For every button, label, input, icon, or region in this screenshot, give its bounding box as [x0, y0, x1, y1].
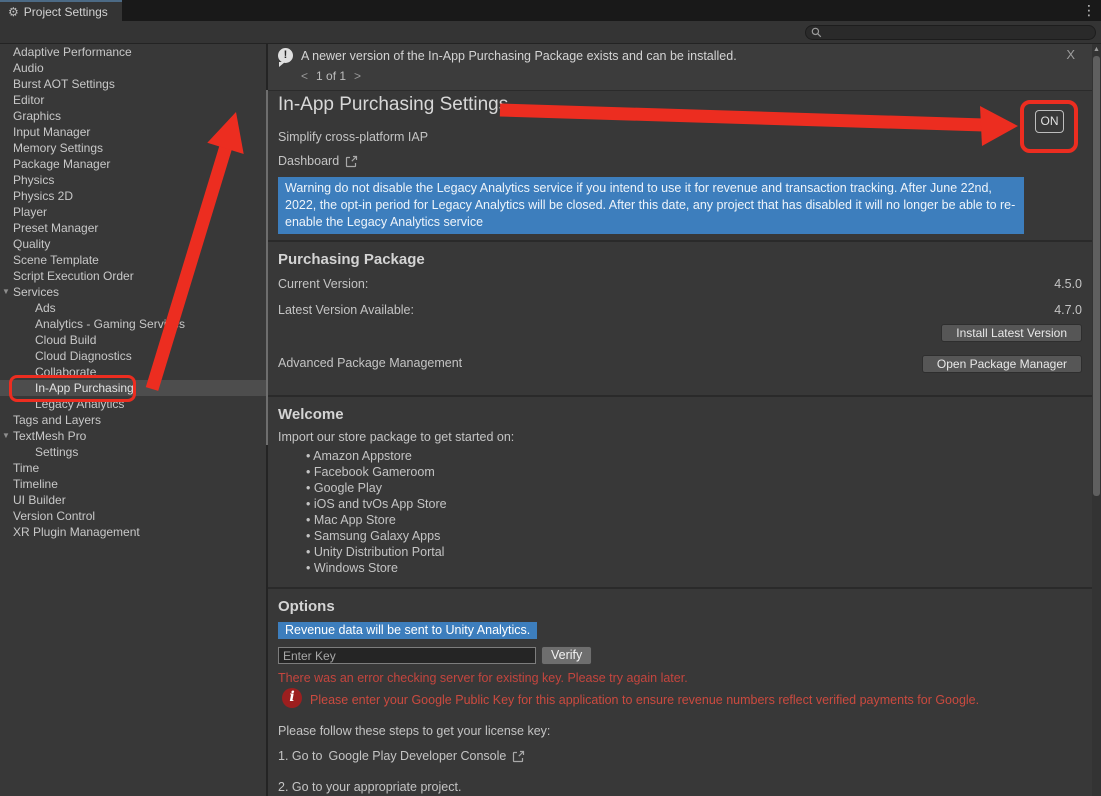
sidebar-item-xr-plugin-management[interactable]: XR Plugin Management — [0, 524, 266, 540]
main-scrollbar[interactable]: ▲ — [1092, 44, 1101, 796]
sidebar-item-quality[interactable]: Quality — [0, 236, 266, 252]
legacy-analytics-warning: Warning do not disable the Legacy Analyt… — [278, 177, 1024, 234]
advanced-package-management-label: Advanced Package Management — [278, 356, 462, 370]
sidebar-item-collaborate[interactable]: Collaborate — [0, 364, 266, 380]
analytics-notice-badge: Revenue data will be sent to Unity Analy… — [278, 622, 537, 639]
settings-nav: Adaptive Performance Audio Burst AOT Set… — [0, 44, 266, 796]
section-divider — [268, 587, 1092, 589]
sidebar-item-services[interactable]: ▼Services — [0, 284, 266, 300]
foldout-icon[interactable]: ▼ — [2, 428, 10, 444]
current-version-label: Current Version: — [278, 277, 368, 291]
current-version-value: 4.5.0 — [1054, 277, 1082, 291]
sidebar-item-memory-settings[interactable]: Memory Settings — [0, 140, 266, 156]
sidebar-item-timeline[interactable]: Timeline — [0, 476, 266, 492]
gear-icon: ⚙ — [8, 6, 19, 18]
scroll-up-icon[interactable]: ▲ — [1092, 44, 1101, 55]
sidebar-item-graphics[interactable]: Graphics — [0, 108, 266, 124]
sidebar-item-in-app-purchasing[interactable]: In-App Purchasing — [0, 380, 266, 396]
external-link-icon — [512, 750, 525, 763]
project-settings-window: ⚙ Project Settings ⋮ Adaptive Performanc… — [0, 0, 1101, 796]
sidebar-item-legacy-analytics[interactable]: Legacy Analytics — [0, 396, 266, 412]
sidebar-item-version-control[interactable]: Version Control — [0, 508, 266, 524]
google-key-input[interactable] — [278, 647, 536, 664]
step-1: 1. Go to Google Play Developer Console — [278, 749, 525, 763]
latest-version-value: 4.7.0 — [1054, 303, 1082, 317]
scrollbar-thumb[interactable] — [1093, 56, 1100, 496]
search-input[interactable] — [826, 26, 1090, 39]
sidebar-item-scene-template[interactable]: Scene Template — [0, 252, 266, 268]
list-item: Google Play — [306, 480, 447, 496]
close-icon[interactable]: X — [1066, 47, 1075, 62]
search-icon — [811, 27, 822, 38]
search-box[interactable] — [805, 25, 1096, 40]
list-item: Windows Store — [306, 560, 447, 576]
open-package-manager-button[interactable]: Open Package Manager — [922, 355, 1082, 373]
pager-next-icon[interactable]: > — [354, 69, 361, 83]
section-divider — [268, 395, 1092, 397]
list-item: Unity Distribution Portal — [306, 544, 447, 560]
page-title: In-App Purchasing Settings — [278, 94, 508, 116]
list-item: Samsung Galaxy Apps — [306, 528, 447, 544]
sidebar-item-input-manager[interactable]: Input Manager — [0, 124, 266, 140]
sidebar-item-ui-builder[interactable]: UI Builder — [0, 492, 266, 508]
toolbar — [0, 21, 1101, 44]
section-divider — [268, 240, 1092, 242]
list-item: Facebook Gameroom — [306, 464, 447, 480]
latest-version-label: Latest Version Available: — [278, 303, 414, 317]
title-bar: ⚙ Project Settings ⋮ — [0, 0, 1101, 21]
list-item: Amazon Appstore — [306, 448, 447, 464]
sidebar-item-physics-2d[interactable]: Physics 2D — [0, 188, 266, 204]
sidebar-item-tags-and-layers[interactable]: Tags and Layers — [0, 412, 266, 428]
dashboard-link[interactable]: Dashboard — [278, 154, 358, 168]
notification-pager: < 1 of 1 > — [301, 69, 361, 83]
sidebar-item-adaptive-performance[interactable]: Adaptive Performance — [0, 44, 266, 60]
install-latest-version-button[interactable]: Install Latest Version — [941, 324, 1082, 342]
store-list: Amazon Appstore Facebook Gameroom Google… — [306, 448, 447, 576]
sidebar-item-editor[interactable]: Editor — [0, 92, 266, 108]
sidebar-item-time[interactable]: Time — [0, 460, 266, 476]
list-item: Mac App Store — [306, 512, 447, 528]
step-1-prefix: 1. Go to — [278, 749, 322, 763]
window-title: Project Settings — [24, 5, 108, 19]
in-app-purchasing-panel: ! A newer version of the In-App Purchasi… — [268, 44, 1092, 796]
foldout-icon[interactable]: ▼ — [2, 284, 10, 300]
sidebar-item-package-manager[interactable]: Package Manager — [0, 156, 266, 172]
service-on-toggle[interactable]: ON — [1035, 110, 1064, 133]
sidebar-item-preset-manager[interactable]: Preset Manager — [0, 220, 266, 236]
sidebar-item-player[interactable]: Player — [0, 204, 266, 220]
sidebar-item-physics[interactable]: Physics — [0, 172, 266, 188]
error-info-icon: i — [282, 688, 302, 708]
notification-message: A newer version of the In-App Purchasing… — [301, 49, 737, 63]
update-notification: ! A newer version of the In-App Purchasi… — [268, 44, 1092, 91]
external-link-icon — [345, 155, 358, 168]
sidebar-item-ads[interactable]: Ads — [0, 300, 266, 316]
sidebar-item-textmesh-pro[interactable]: ▼TextMesh Pro — [0, 428, 266, 444]
notification-bubble-icon: ! — [278, 48, 293, 63]
subtitle: Simplify cross-platform IAP — [278, 130, 428, 144]
sidebar-item-cloud-diagnostics[interactable]: Cloud Diagnostics — [0, 348, 266, 364]
step-2: 2. Go to your appropriate project. — [278, 780, 461, 794]
sidebar-item-cloud-build[interactable]: Cloud Build — [0, 332, 266, 348]
server-error-text: There was an error checking server for e… — [278, 671, 688, 685]
list-item: iOS and tvOs App Store — [306, 496, 447, 512]
sidebar-item-analytics-gaming-services[interactable]: Analytics - Gaming Services — [0, 316, 266, 332]
welcome-heading: Welcome — [278, 406, 344, 423]
welcome-intro: Import our store package to get started … — [278, 430, 514, 444]
google-key-warning-text: Please enter your Google Public Key for … — [310, 693, 1070, 707]
verify-button[interactable]: Verify — [541, 646, 592, 665]
google-play-console-link[interactable]: Google Play Developer Console — [328, 749, 506, 763]
tab-project-settings[interactable]: ⚙ Project Settings — [0, 0, 122, 21]
dashboard-label: Dashboard — [278, 154, 339, 168]
pager-prev-icon[interactable]: < — [301, 69, 308, 83]
steps-intro: Please follow these steps to get your li… — [278, 724, 550, 738]
sidebar-item-script-execution-order[interactable]: Script Execution Order — [0, 268, 266, 284]
sidebar-item-textmesh-settings[interactable]: Settings — [0, 444, 266, 460]
purchasing-package-heading: Purchasing Package — [278, 251, 425, 268]
pager-label: 1 of 1 — [316, 69, 346, 83]
kebab-menu-icon[interactable]: ⋮ — [1082, 1, 1096, 19]
sidebar-item-burst-aot-settings[interactable]: Burst AOT Settings — [0, 76, 266, 92]
sidebar-item-audio[interactable]: Audio — [0, 60, 266, 76]
options-heading: Options — [278, 598, 335, 615]
